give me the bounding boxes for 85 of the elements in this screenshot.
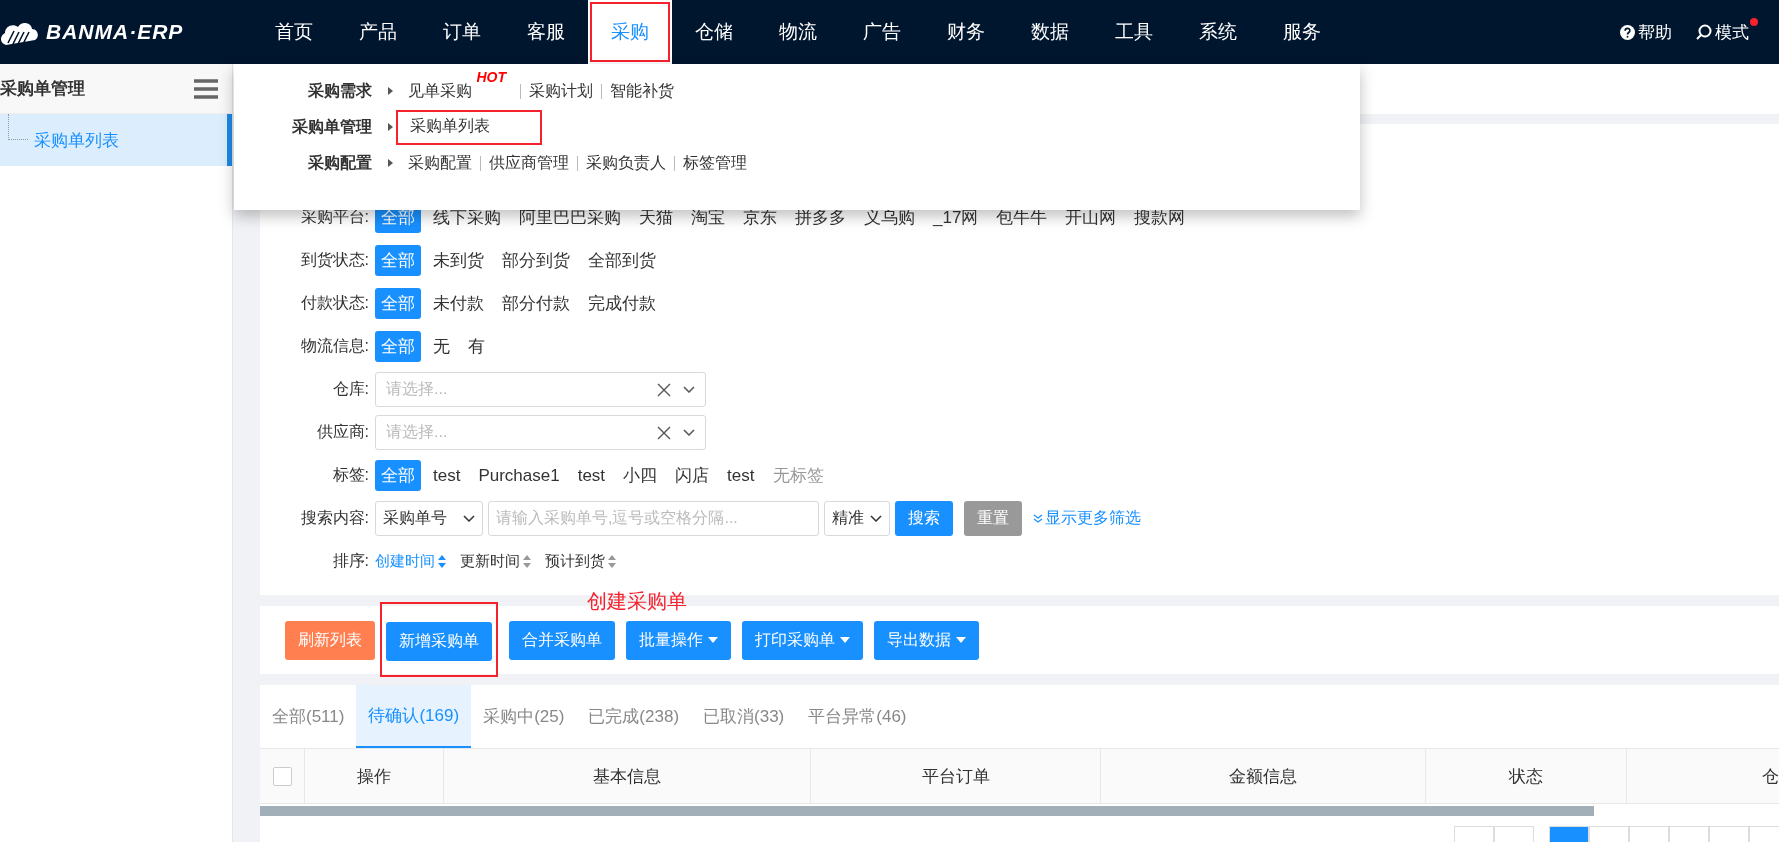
menu-group-title: 采购需求 (307, 80, 372, 101)
menu-group-title: 采购单管理 (291, 116, 372, 137)
help-link[interactable]: 帮助 (1620, 20, 1672, 44)
menu-icon[interactable] (194, 78, 218, 99)
nav-item[interactable]: 数据 (1008, 0, 1092, 64)
chevron-right-icon (387, 123, 393, 131)
nav-item[interactable]: 财务 (924, 0, 1008, 64)
filter-option[interactable]: 小四 (617, 460, 664, 491)
filter-option[interactable]: 未付款 (427, 288, 490, 319)
hot-label: HOT (476, 68, 506, 85)
sort-icon (608, 555, 616, 568)
nav-item[interactable]: 物流 (756, 0, 840, 64)
column-header: 状态 (1509, 765, 1543, 788)
filter-option[interactable]: 未到货 (427, 245, 490, 276)
sort-icon (523, 555, 531, 568)
filter-label: 付款状态: (299, 293, 370, 313)
column-header: 基本信息 (593, 765, 661, 788)
clear-icon[interactable] (657, 425, 671, 440)
filter-option[interactable]: Purchase1 (472, 461, 566, 490)
filter-option[interactable]: 闪店 (669, 460, 716, 491)
filter-label: 搜索内容: (299, 508, 370, 528)
filter-option[interactable]: 全部到货 (582, 245, 662, 276)
filter-option[interactable]: 有 (462, 331, 491, 362)
filter-option[interactable]: test (571, 461, 612, 490)
column-header: 仓 (1762, 765, 1779, 788)
filter-label: 供应商: (315, 422, 370, 442)
menu-item[interactable]: 采购负责人 (586, 152, 666, 174)
match-select[interactable]: 精准 (824, 501, 890, 536)
logo-text: BANMA·ERP (46, 20, 184, 44)
chevron-right-icon (387, 87, 393, 95)
menu-item[interactable]: 采购计划 (529, 80, 593, 102)
sort-icon (438, 555, 446, 568)
filter-label: 物流信息: (299, 336, 370, 356)
select-all-checkbox[interactable] (272, 766, 292, 786)
status-tab[interactable]: 已完成(238) (576, 685, 692, 748)
column-header: 平台订单 (921, 765, 990, 788)
sort-option[interactable]: 更新时间 (460, 552, 531, 571)
chevron-right-icon (387, 159, 393, 167)
menu-item[interactable]: 采购单列表 (396, 109, 542, 145)
filter-label: 仓库: (331, 379, 370, 399)
nav-item[interactable]: 工具 (1092, 0, 1176, 64)
nav-item[interactable]: 广告 (840, 0, 924, 64)
chevron-down-icon (463, 515, 475, 522)
filter-option[interactable]: 无 (427, 331, 456, 362)
nav-item[interactable]: 服务 (1260, 0, 1344, 64)
caret-icon (840, 637, 850, 643)
nav-item[interactable]: 产品 (336, 0, 420, 64)
clear-icon[interactable] (657, 382, 671, 397)
sidebar-title: 采购单管理 (0, 78, 85, 100)
status-tab[interactable]: 全部(511) (260, 685, 357, 748)
annotation-text: 创建采购单 (587, 589, 687, 614)
status-tab[interactable]: 已取消(33) (691, 685, 797, 748)
sort-option[interactable]: 预计到货 (545, 552, 616, 571)
filter-label: 标签: (331, 465, 370, 485)
column-header: 金额信息 (1229, 765, 1297, 788)
help-icon (1620, 24, 1635, 40)
mode-link[interactable]: 模式 (1696, 20, 1749, 44)
menu-item[interactable]: 标签管理 (683, 152, 747, 174)
status-tab[interactable]: 采购中(25) (471, 685, 577, 748)
nav-item[interactable]: 系统 (1176, 0, 1260, 64)
menu-item[interactable]: 供应商管理 (489, 152, 569, 174)
menu-group-title: 采购配置 (307, 152, 372, 173)
nav-item[interactable]: 订单 (420, 0, 504, 64)
menu-item[interactable]: 智能补货 (610, 80, 674, 102)
caret-icon (708, 637, 718, 643)
filter-option[interactable]: 完成付款 (582, 288, 662, 319)
caret-icon (956, 637, 966, 643)
nav-item[interactable]: 客服 (504, 0, 588, 64)
filter-option[interactable]: test (427, 461, 467, 490)
filter-option[interactable]: 部分付款 (496, 288, 576, 319)
filter-label: 到货状态: (299, 250, 370, 270)
filter-label: 排序: (331, 551, 370, 571)
chevron-down-icon (870, 515, 882, 522)
filter-option[interactable]: 部分到货 (496, 245, 576, 276)
nav-item[interactable]: 仓储 (672, 0, 756, 64)
column-header: 操作 (357, 765, 391, 788)
status-tab[interactable]: 平台异常(46) (796, 685, 919, 748)
menu-item[interactable]: 采购配置 (408, 152, 472, 174)
filter-option[interactable]: test (721, 461, 761, 490)
double-chevron-icon (1033, 513, 1043, 524)
scrollbar-thumb[interactable] (260, 806, 1594, 816)
nav-item[interactable]: 首页 (252, 0, 336, 64)
field-select[interactable]: 采购单号 (375, 501, 483, 536)
chevron-down-icon (683, 429, 695, 436)
chevron-down-icon (683, 386, 695, 393)
